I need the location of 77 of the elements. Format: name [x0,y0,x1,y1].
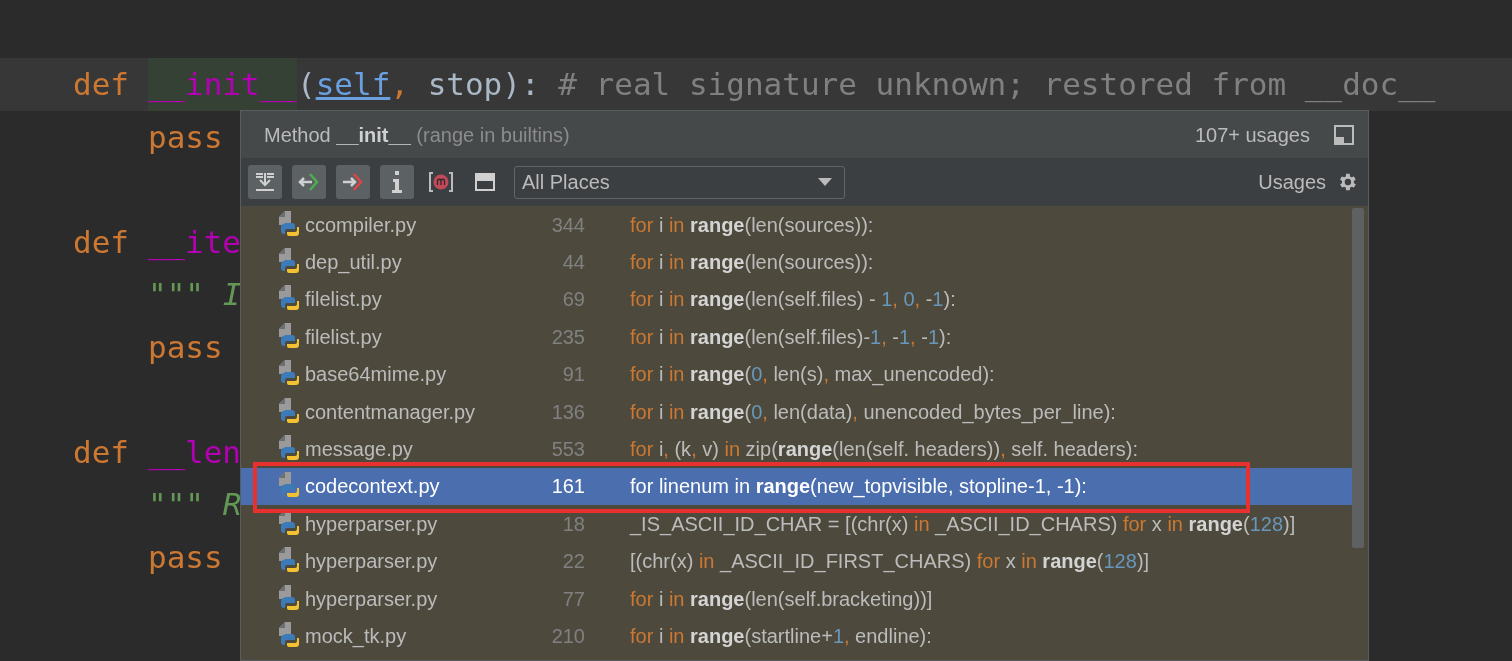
python-file-icon [277,210,301,239]
file-name: dep_util.py [305,250,403,276]
usage-code: for linenum in range(new_topvisible, stopline-1, -1): [630,474,1087,500]
line-number: 77 [561,586,585,612]
usage-row[interactable]: hyperparser.py 22 [(chr(x) in _ASCII_ID_FIRST_CHARS) for x in range(128)] [241,542,1352,580]
toolbar-button[interactable] [248,165,282,199]
line-number: 44 [561,250,585,276]
file-name: mock_tk.py [305,624,408,650]
pin-window-icon[interactable] [1334,124,1354,145]
python-file-icon [277,397,301,426]
usage-code: for i in range(len(self.bracketing))] [630,586,933,612]
python-file-icon [277,322,301,351]
usage-row[interactable]: hyperparser.py 18 _IS_ASCII_ID_CHAR = [(chr(x) in _ASCII_ID_CHARS) for x in range(128)] [241,505,1352,543]
line-number: 91 [561,362,585,388]
toolbar-button[interactable] [336,165,370,199]
toolbar-button[interactable] [292,165,326,199]
file-name: filelist.py [305,287,383,313]
usage-row[interactable]: mock_tk.py 210 for i in range(startline+1, endline): [241,617,1352,655]
usage-code: for i in range(0, len(data), unencoded_bytes_per_line): [630,399,1116,426]
line-number: 553 [550,437,585,463]
usage-code: for i in range(len(self.files) - 1, 0, -1): [630,287,956,313]
arrow-right-icon [341,171,365,193]
file-name: contentmanager.py [305,399,477,425]
code-line: def __init__(self, stop): # real signature unknown; restored from __doc__ [73,58,1436,111]
usage-row[interactable]: base64mime.py 91 for i in range(0, len(s), max_unencoded): [241,355,1352,393]
line-number: 69 [561,287,585,313]
python-file-icon [277,622,301,650]
usages-settings-label: Usages [1258,170,1326,195]
python-file-icon [277,584,301,613]
usage-row[interactable]: hyperparser.py 77 for i in range(len(self.bracketing))] [241,579,1352,618]
usage-row[interactable]: dep_util.py 44 for i in range(len(sources)): [241,243,1352,281]
code-line: def __len [73,432,241,473]
scope-dropdown[interactable]: All Places [514,165,845,199]
usage-code: for i in range(len(self.files)-1, -1, -1): [630,324,952,350]
usage-code: [(chr(x) in _ASCII_ID_FIRST_CHARS) for x in range(128)] [630,549,1150,575]
toolbar-button[interactable] [380,165,414,199]
usage-row[interactable]: filelist.py 235 for i in range(len(self.files)-1, -1, -1): [241,318,1352,356]
usage-code: for i in range(startline+1, endline): [630,624,932,649]
usage-row[interactable]: filelist.py 69 for i in range(len(self.files) - 1, 0, -1): [241,280,1352,319]
usage-code: for i in range(len(sources)): [630,212,874,238]
expand-all-icon [254,171,276,193]
file-name: message.py [305,437,414,463]
line-number: 22 [561,549,585,575]
usage-count: 107+ usages [1194,122,1310,148]
usage-row[interactable]: ccompiler.py 344 for i in range(len(sources)): [241,206,1352,244]
file-name: hyperparser.py [305,511,439,537]
usage-row[interactable]: contentmanager.py 136 for i in range(0, len(data), unencoded_bytes_per_line): [241,392,1352,431]
line-number: 161 [550,474,585,500]
code-line: pass [148,327,223,367]
line-number: 344 [550,212,585,238]
usage-code: for i in range(0, len(s), max_unencoded): [630,362,995,388]
code-line: pass [148,537,223,577]
file-name: filelist.py [305,324,383,350]
usage-code: for i, (k, v) in zip(range(len(self. headers)), self. headers): [630,437,1138,463]
usage-code: _IS_ASCII_ID_CHAR = [(chr(x) in _ASCII_ID_CHARS) for x in range(128)] [630,511,1296,538]
preview-panel-icon [474,172,496,192]
code-line: """ R [148,485,242,524]
line-number: 235 [550,324,585,350]
usage-code: for i in range(len(sources)): [630,250,874,276]
file-name: ccompiler.py [305,212,418,238]
line-number: 136 [550,399,585,425]
file-name: base64mime.py [305,362,448,388]
file-name: codecontext.py [305,474,441,500]
line-number: 18 [561,511,585,537]
code-line: def __ite [73,222,241,263]
arrow-left-icon [297,171,321,193]
file-name: hyperparser.py [305,586,439,612]
info-icon [390,170,404,194]
line-number: 210 [550,624,585,649]
code-line: pass [148,117,223,157]
file-name: hyperparser.py [305,549,439,575]
usage-row[interactable]: message.py 553 for i, (k, v) in zip(range(len(self. headers)), self. headers): [241,430,1352,468]
popup-title: Method __init__ (range in builtins) [264,122,570,148]
usage-row[interactable]: codecontext.py 161 for linenum in range(new_topvisible, stopline-1, -1): [241,467,1352,506]
method-icon [428,171,454,193]
dropdown-caret-icon [818,178,832,186]
code-line: """ I [148,275,242,314]
